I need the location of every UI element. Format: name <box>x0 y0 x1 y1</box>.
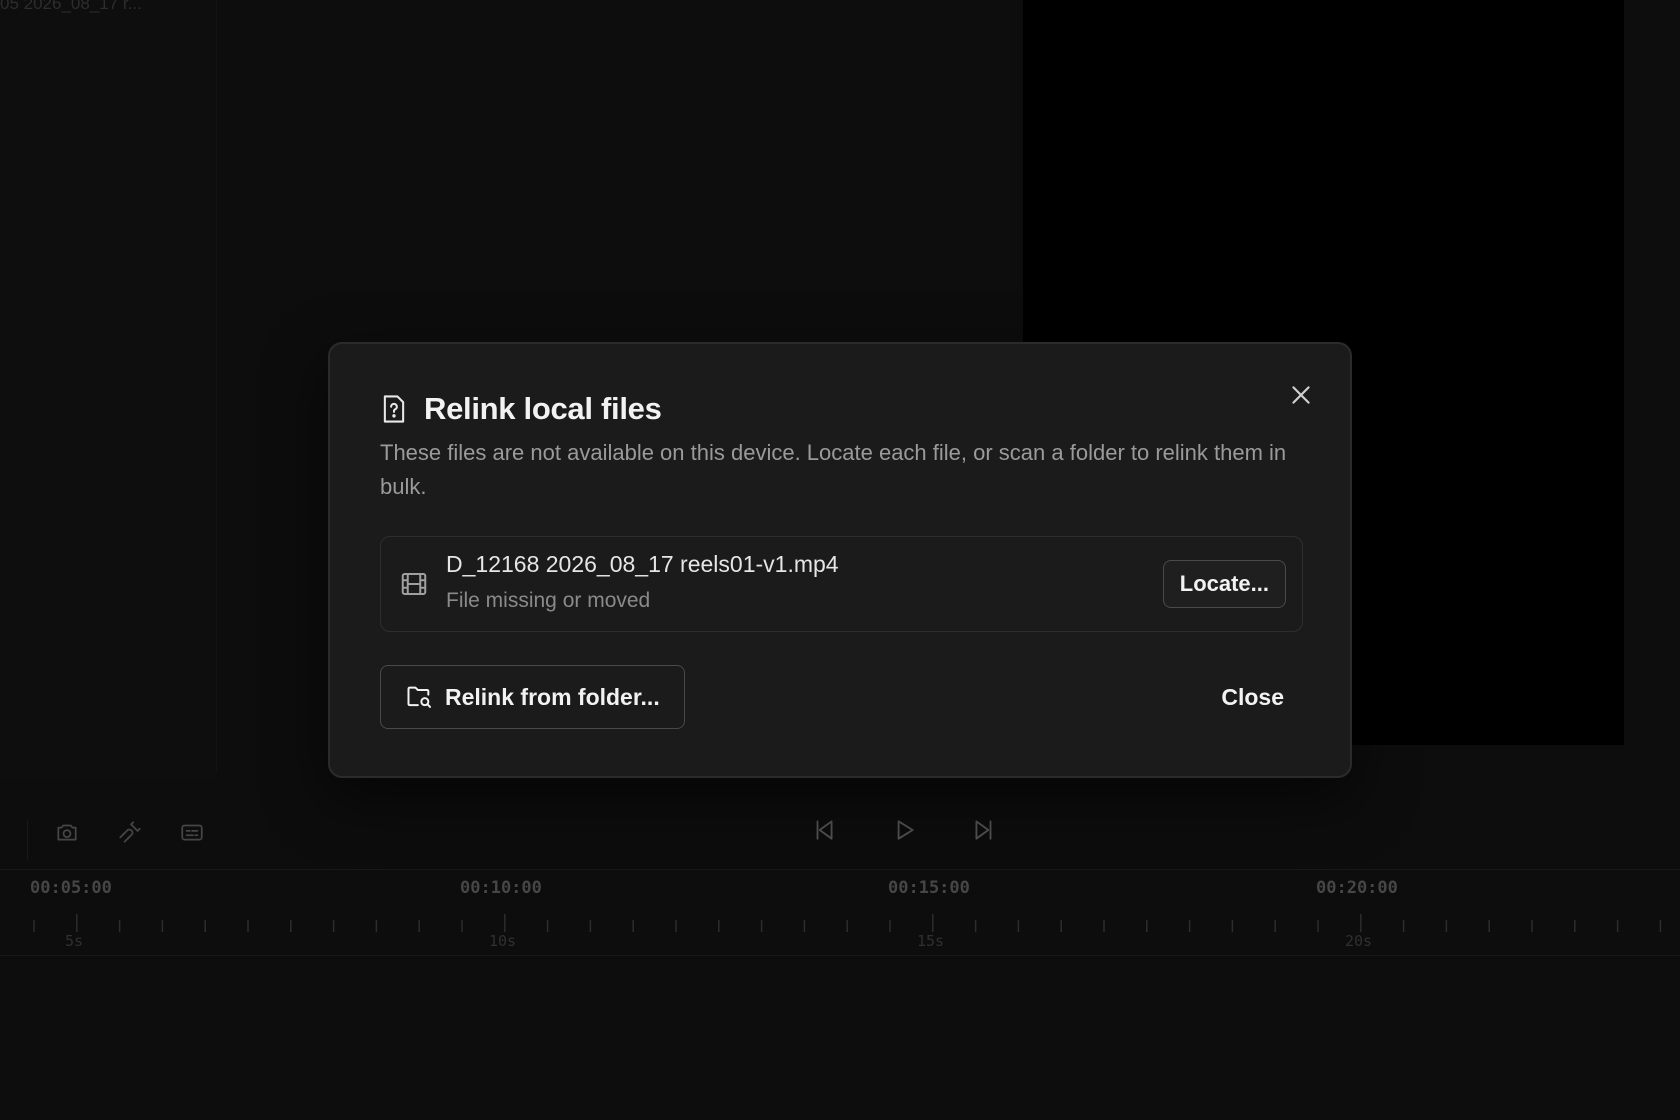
close-icon[interactable] <box>1286 380 1316 410</box>
dialog-description: These files are not available on this de… <box>380 440 1287 499</box>
file-status: File missing or moved <box>446 589 651 612</box>
dialog-title: Relink local files <box>424 391 662 426</box>
video-editor-app: 05 2026_08_17 r... 00:05:00 00:10:00 00:… <box>0 0 1680 1120</box>
dialog-header: Relink local files <box>380 391 662 427</box>
relink-from-folder-button[interactable]: Relink from folder... <box>380 665 685 729</box>
relink-dialog: Relink local files These files are not a… <box>328 342 1352 778</box>
locate-button[interactable]: Locate... <box>1162 560 1286 608</box>
folder-search-icon <box>407 686 432 708</box>
file-question-icon <box>383 395 405 423</box>
file-name: D_12168 2026_08_17 reels01-v1.mp4 <box>446 551 839 577</box>
missing-file-row: D_12168 2026_08_17 reels01-v1.mp4 File m… <box>380 536 1303 632</box>
close-button[interactable]: Close <box>1213 665 1292 729</box>
film-icon <box>401 573 427 595</box>
relink-from-folder-label: Relink from folder... <box>445 683 660 710</box>
